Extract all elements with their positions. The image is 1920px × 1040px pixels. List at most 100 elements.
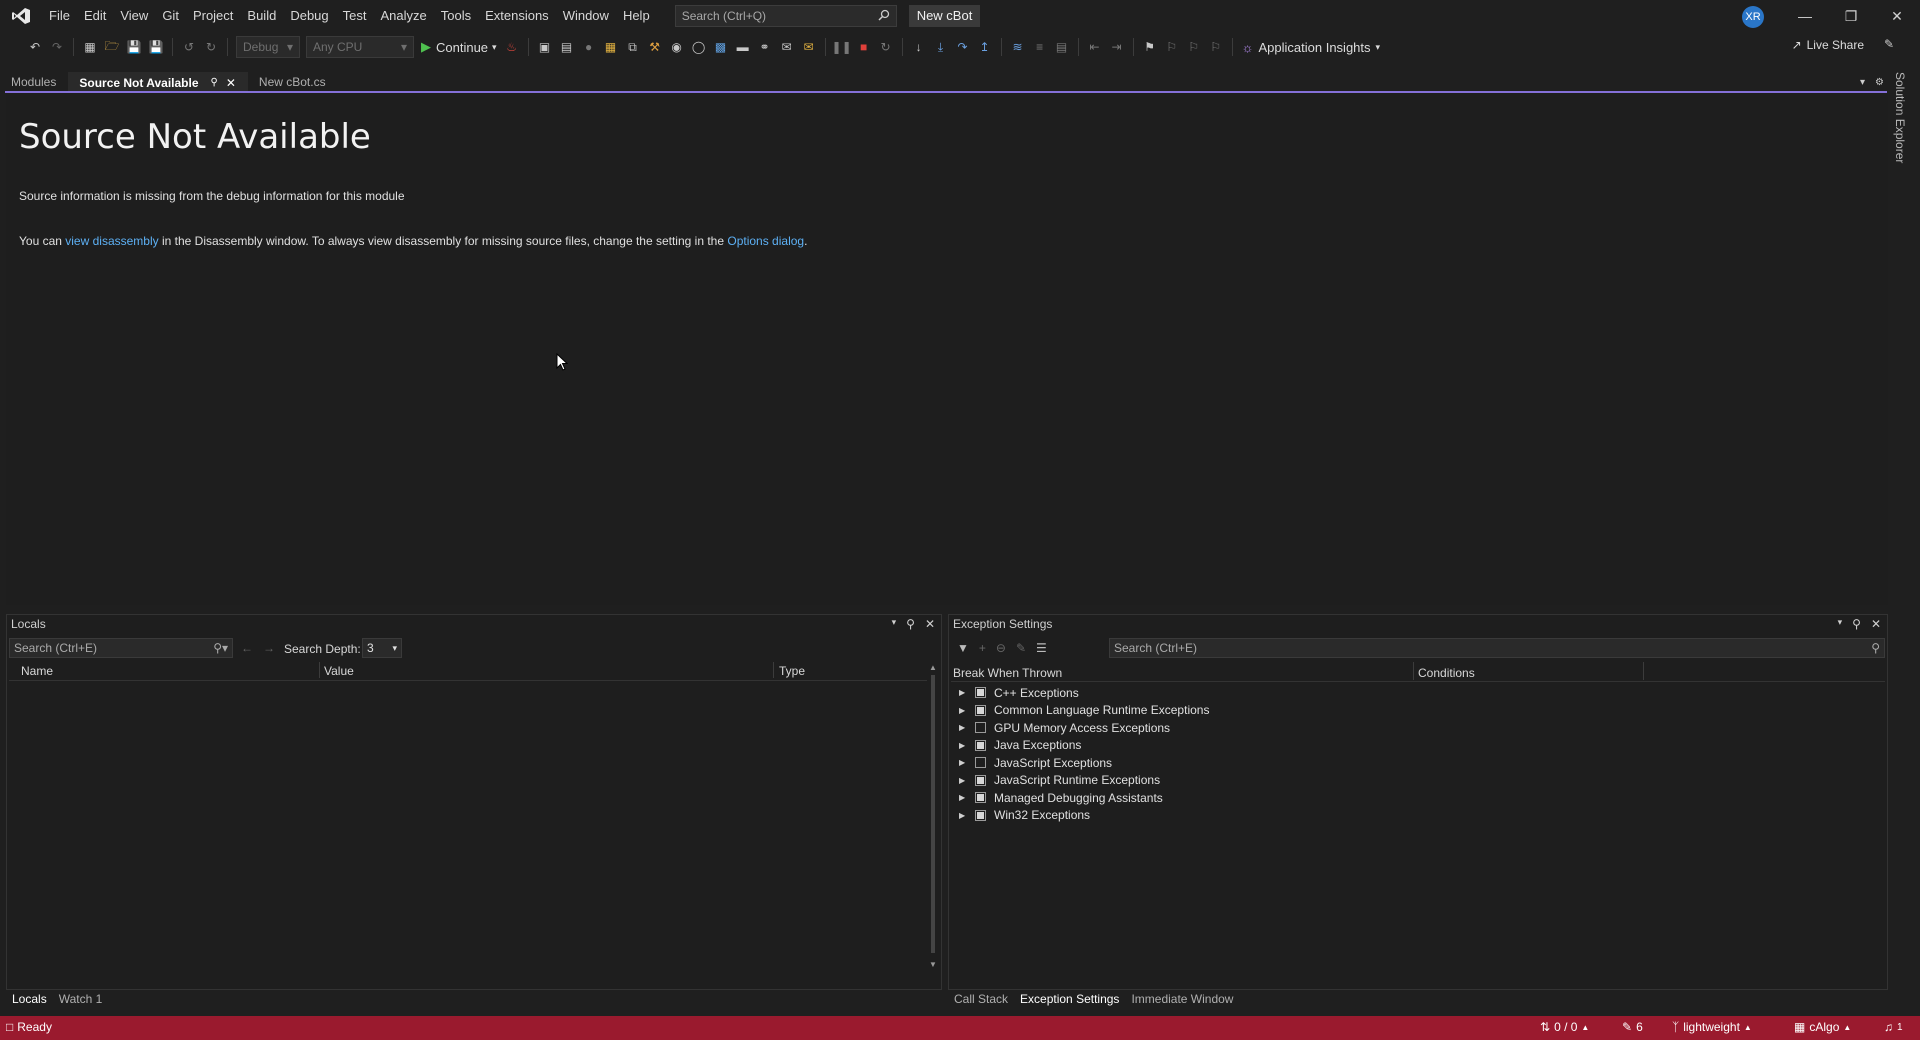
expand-arrow-icon[interactable]: ▶ — [959, 723, 969, 732]
panel-menu-icon[interactable]: ▾ — [892, 617, 897, 631]
stop-icon[interactable]: ■ — [854, 37, 874, 57]
restart-icon[interactable]: ↻ — [876, 37, 896, 57]
expand-arrow-icon[interactable]: ▶ — [959, 688, 969, 697]
menu-item-view[interactable]: View — [113, 4, 155, 28]
browser-link-icon[interactable]: ▣ — [535, 37, 555, 57]
application-insights-button[interactable]: ☼ Application Insights ▾ — [1242, 40, 1380, 55]
menu-item-window[interactable]: Window — [556, 4, 616, 28]
copy-icon[interactable]: ⧉ — [623, 37, 643, 57]
save-all-icon[interactable]: 💾 — [146, 37, 166, 57]
binoculars-icon[interactable]: ⚭ — [755, 37, 775, 57]
screen-icon[interactable]: ▩ — [711, 37, 731, 57]
filter-icon[interactable]: ▼ — [957, 641, 969, 655]
pin-icon[interactable]: ⚲ — [906, 617, 915, 631]
column-divider[interactable] — [1413, 662, 1414, 680]
menu-item-project[interactable]: Project — [186, 4, 240, 28]
column-divider[interactable] — [319, 662, 320, 678]
solution-explorer-tab[interactable]: Solution Explorer — [1893, 72, 1907, 163]
exception-category-row[interactable]: ▶ C++ Exceptions — [959, 684, 1079, 701]
menu-item-git[interactable]: Git — [155, 4, 186, 28]
exception-category-row[interactable]: ▶ Win32 Exceptions — [959, 807, 1090, 824]
hex-display-icon[interactable]: ≋ — [1008, 37, 1028, 57]
pin-icon[interactable]: ⚲ — [1852, 617, 1861, 631]
capture-icon[interactable]: ◉ — [667, 37, 687, 57]
show-next-statement-icon[interactable]: ↓ — [909, 37, 929, 57]
column-header-conditions[interactable]: Conditions — [1418, 666, 1475, 680]
mail-icon[interactable]: ✉ — [799, 37, 819, 57]
thread-icon[interactable]: ≡ — [1030, 37, 1050, 57]
hot-reload-icon[interactable]: ♨ — [502, 37, 522, 57]
scroll-down-icon[interactable]: ▼ — [927, 960, 939, 969]
panel-menu-icon[interactable]: ▾ — [1838, 617, 1843, 631]
exception-category-row[interactable]: ▶ Java Exceptions — [959, 737, 1081, 754]
exception-checkbox[interactable] — [975, 722, 986, 733]
forward-arrow-icon[interactable]: → — [263, 641, 275, 655]
comment-icon[interactable]: ✉ — [777, 37, 797, 57]
exception-checkbox[interactable] — [975, 757, 986, 768]
exception-checkbox[interactable] — [975, 774, 986, 786]
exception-checkbox[interactable] — [975, 792, 986, 803]
expand-arrow-icon[interactable]: ▶ — [959, 741, 969, 750]
account-avatar[interactable]: XR — [1742, 6, 1764, 28]
tools-icon[interactable]: ⚒ — [645, 37, 665, 57]
outdent-icon[interactable]: ⇤ — [1085, 37, 1105, 57]
notes-icon[interactable]: ▦ — [601, 37, 621, 57]
exception-category-row[interactable]: ▶ JavaScript Runtime Exceptions — [959, 772, 1160, 789]
restore-button[interactable]: ❐ — [1828, 0, 1874, 32]
options-dialog-link[interactable]: Options dialog — [727, 234, 804, 248]
step-over-icon[interactable]: ↷ — [953, 37, 973, 57]
column-header-type[interactable]: Type — [779, 664, 805, 678]
minimize-button[interactable]: — — [1782, 0, 1828, 32]
navigate-forward-icon[interactable]: ↷ — [47, 37, 67, 57]
menu-item-test[interactable]: Test — [336, 4, 374, 28]
open-file-icon[interactable]: 🗁 — [102, 37, 122, 57]
ruler-icon[interactable]: ▬ — [733, 37, 753, 57]
navigate-back-icon[interactable]: ↶ — [25, 37, 45, 57]
exception-checkbox[interactable] — [975, 687, 986, 698]
settings-icon[interactable]: ⚙ — [1875, 77, 1884, 88]
tab-modules[interactable]: Modules — [0, 72, 68, 92]
live-share-button[interactable]: ↗ Live Share — [1792, 38, 1864, 52]
close-window-button[interactable]: ✕ — [1874, 0, 1920, 32]
solution-platform-dropdown[interactable]: Any CPU ▾ — [306, 36, 414, 58]
menu-item-build[interactable]: Build — [240, 4, 283, 28]
pending-edits-indicator[interactable]: ✎ 6 — [1622, 1020, 1643, 1034]
exception-category-row[interactable]: ▶ Managed Debugging Assistants — [959, 789, 1163, 806]
locals-search-input[interactable]: Search (Ctrl+E) ⚲▾ — [9, 638, 233, 658]
expand-arrow-icon[interactable]: ▶ — [959, 758, 969, 767]
tab-exception-settings[interactable]: Exception Settings — [1014, 989, 1125, 1009]
indent-icon[interactable]: ⇥ — [1107, 37, 1127, 57]
visual-studio-logo-icon[interactable] — [10, 7, 32, 25]
view-disassembly-link[interactable]: view disassembly — [65, 234, 158, 248]
exception-category-row[interactable]: ▶ Common Language Runtime Exceptions — [959, 702, 1209, 719]
remove-icon[interactable]: ⊖ — [996, 641, 1006, 655]
repository-indicator[interactable]: ▦ cAlgo ▲ — [1794, 1020, 1851, 1034]
git-changes-indicator[interactable]: ⇅ 0 / 0 ▲ — [1540, 1020, 1589, 1034]
expand-arrow-icon[interactable]: ▶ — [959, 776, 969, 785]
scroll-up-icon[interactable]: ▲ — [927, 663, 939, 672]
menu-item-help[interactable]: Help — [616, 4, 657, 28]
tab-source-not-available[interactable]: Source Not Available ⚲ ✕ — [68, 72, 248, 92]
restore-defaults-icon[interactable]: ☰ — [1036, 641, 1047, 655]
bookmark-icon[interactable]: ⚑ — [1140, 37, 1160, 57]
back-arrow-icon[interactable]: ← — [241, 641, 253, 655]
stack-icon[interactable]: ▤ — [1052, 37, 1072, 57]
close-tab-icon[interactable]: ✕ — [226, 73, 236, 93]
menu-item-extensions[interactable]: Extensions — [478, 4, 556, 28]
undo-icon[interactable]: ↺ — [179, 37, 199, 57]
locals-scrollbar[interactable]: ▲ ▼ — [927, 663, 939, 969]
previous-bookmark-icon[interactable]: ⚐ — [1162, 37, 1182, 57]
step-into-icon[interactable]: ⤓ — [931, 37, 951, 57]
solution-name-badge[interactable]: New cBot — [908, 5, 981, 27]
tab-list-dropdown-icon[interactable]: ▾ — [1860, 77, 1865, 88]
add-icon[interactable]: + — [979, 641, 986, 655]
column-divider[interactable] — [773, 662, 774, 678]
menu-item-debug[interactable]: Debug — [283, 4, 335, 28]
menu-item-file[interactable]: File — [42, 4, 77, 28]
close-icon[interactable]: ✕ — [1871, 617, 1881, 631]
exception-checkbox[interactable] — [975, 809, 986, 821]
tab-watch-1[interactable]: Watch 1 — [53, 989, 109, 1009]
expand-arrow-icon[interactable]: ▶ — [959, 811, 969, 820]
global-search-input[interactable]: Search (Ctrl+Q) — [674, 5, 897, 27]
expand-arrow-icon[interactable]: ▶ — [959, 706, 969, 715]
